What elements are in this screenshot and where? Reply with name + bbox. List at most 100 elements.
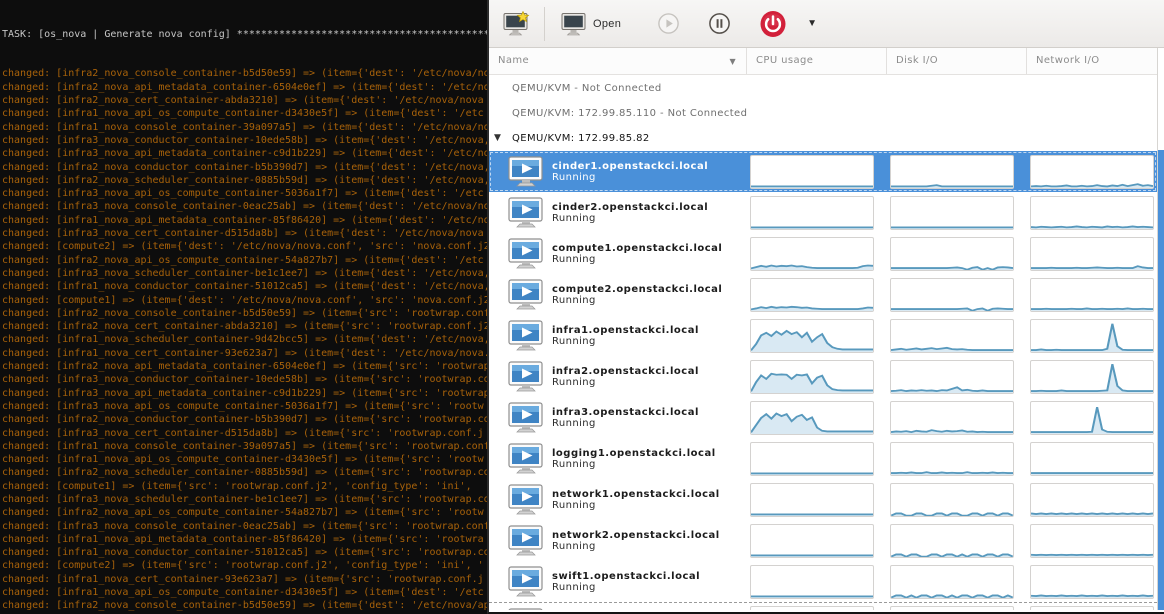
pause-button[interactable] <box>704 10 735 37</box>
disk-io-graph <box>890 237 1014 271</box>
network-io-cell <box>1025 237 1157 271</box>
vm-row[interactable]: logging1.openstackci.local Running <box>489 438 1157 479</box>
sparkline <box>751 566 873 598</box>
cpu-usage-graph <box>750 155 874 189</box>
vm-row[interactable]: compute2.openstackci.local Running <box>489 274 1157 315</box>
terminal-line: changed: [infra2_nova_cert_container-abd… <box>2 94 487 107</box>
sparkline <box>1031 525 1153 557</box>
sparkline <box>751 156 873 188</box>
terminal-line: changed: [compute1] => (item={'src': 'ro… <box>2 480 487 493</box>
column-header-disk-io[interactable]: Disk I/O <box>887 48 1027 74</box>
vm-row[interactable]: network1.openstackci.local Running <box>489 479 1157 520</box>
shutdown-menu-button[interactable]: ▼ <box>803 16 821 31</box>
vm-row[interactable]: cinder1.openstackci.local Running <box>489 151 1157 192</box>
network-io-graph <box>1030 278 1154 312</box>
vm-status: Running <box>552 500 720 511</box>
disk-io-cell <box>885 278 1025 312</box>
connection-row[interactable]: ▼ QEMU/KVM: 172.99.85.82 <box>489 126 1157 151</box>
pause-icon <box>708 12 731 35</box>
vm-status: Running <box>552 459 716 470</box>
sparkline <box>751 443 873 475</box>
network-io-graph <box>1030 237 1154 271</box>
power-icon <box>757 8 789 40</box>
network-io-graph <box>1030 196 1154 230</box>
cpu-usage-graph <box>750 196 874 230</box>
connection-row[interactable]: ▼ QEMU/KVM - Not Connected <box>489 76 1157 101</box>
terminal-line: changed: [infra2_nova_api_os_compute_con… <box>2 254 487 267</box>
vm-name-cell: network1.openstackci.local Running <box>489 484 745 515</box>
terminal-line: changed: [infra2_nova_api_os_compute_con… <box>2 506 487 519</box>
terminal-line: changed: [infra3_nova_api_os_compute_con… <box>2 187 487 200</box>
vm-text: swift1.openstackci.local Running <box>552 571 700 593</box>
cpu-usage-cell <box>745 401 885 435</box>
column-header-cpu-usage[interactable]: CPU usage <box>747 48 887 74</box>
vm-row-partial[interactable] <box>489 602 1157 610</box>
vm-name-cell: cinder1.openstackci.local Running <box>489 156 745 187</box>
new-vm-button[interactable] <box>499 9 534 39</box>
open-button[interactable]: Open <box>557 10 625 38</box>
terminal-task-line: TASK: [os_nova | Generate nova config] *… <box>2 28 487 41</box>
vm-status: Running <box>552 377 699 388</box>
disk-io-cell <box>885 401 1025 435</box>
cpu-usage-graph <box>750 565 874 599</box>
shutdown-button[interactable] <box>753 6 793 42</box>
sparkline <box>891 197 1013 229</box>
network-io-graph <box>1030 319 1154 353</box>
terminal-line: changed: [infra2_nova_console_container-… <box>2 599 487 612</box>
vm-running-icon <box>508 566 544 597</box>
terminal-line: changed: [infra2_nova_conductor_containe… <box>2 161 487 174</box>
disk-io-cell <box>885 442 1025 476</box>
run-button[interactable] <box>653 10 684 37</box>
sparkline <box>891 525 1013 557</box>
vm-text: logging1.openstackci.local Running <box>552 448 716 470</box>
scrollbar[interactable] <box>1157 48 1164 610</box>
vm-running-icon <box>508 402 544 433</box>
vm-name-cell: infra2.openstackci.local Running <box>489 361 745 392</box>
vm-status: Running <box>552 213 708 224</box>
vm-row[interactable]: infra1.openstackci.local Running <box>489 315 1157 356</box>
vm-row[interactable]: compute1.openstackci.local Running <box>489 233 1157 274</box>
network-io-graph <box>1030 401 1154 435</box>
disk-io-cell <box>885 565 1025 599</box>
terminal[interactable]: TASK: [os_nova | Generate nova config] *… <box>0 0 487 614</box>
terminal-line: changed: [infra3_nova_scheduler_containe… <box>2 493 487 506</box>
vm-row[interactable]: infra3.openstackci.local Running <box>489 397 1157 438</box>
terminal-line: changed: [infra3_nova_console_container-… <box>2 520 487 533</box>
scrollbar-thumb[interactable] <box>1158 150 1164 610</box>
vm-name: network2.openstackci.local <box>552 530 720 541</box>
network-io-cell <box>1025 196 1157 230</box>
cpu-usage-graph <box>750 319 874 353</box>
cpu-usage-graph <box>750 278 874 312</box>
terminal-line: changed: [infra2_nova_cert_container-abd… <box>2 320 487 333</box>
vm-row[interactable]: network2.openstackci.local Running <box>489 520 1157 561</box>
column-header-network-io[interactable]: Network I/O <box>1027 48 1164 74</box>
vm-name: infra2.openstackci.local <box>552 366 699 377</box>
network-io-cell <box>1025 319 1157 353</box>
disk-io-cell <box>885 237 1025 271</box>
vm-list: ▼ QEMU/KVM - Not Connected ▼ QEMU/KVM: 1… <box>489 76 1157 610</box>
vm-row[interactable]: infra2.openstackci.local Running <box>489 356 1157 397</box>
cpu-usage-cell <box>745 319 885 353</box>
expander-triangle-icon[interactable]: ▼ <box>494 133 501 143</box>
cpu-usage-cell <box>745 606 885 610</box>
sparkline <box>1031 238 1153 270</box>
column-header-name[interactable]: Name ▼ <box>489 48 747 74</box>
sort-descending-icon: ▼ <box>729 57 736 66</box>
vm-name: cinder1.openstackci.local <box>552 161 708 172</box>
disk-io-graph <box>890 155 1014 189</box>
vm-status: Running <box>552 295 722 306</box>
vm-text: compute1.openstackci.local Running <box>552 243 722 265</box>
disk-io-cell <box>885 196 1025 230</box>
vm-status: Running <box>552 582 700 593</box>
vm-row[interactable]: swift1.openstackci.local Running <box>489 561 1157 602</box>
vm-name-cell: infra3.openstackci.local Running <box>489 402 745 433</box>
vm-name: swift1.openstackci.local <box>552 571 700 582</box>
connection-row[interactable]: ▼ QEMU/KVM: 172.99.85.110 - Not Connecte… <box>489 101 1157 126</box>
cpu-usage-graph <box>750 237 874 271</box>
disk-io-cell <box>885 319 1025 353</box>
vm-row[interactable]: cinder2.openstackci.local Running <box>489 192 1157 233</box>
sparkline <box>751 320 873 352</box>
network-io-cell <box>1025 565 1157 599</box>
vm-name: cinder2.openstackci.local <box>552 202 708 213</box>
terminal-line: changed: [infra3_nova_console_container-… <box>2 200 487 213</box>
